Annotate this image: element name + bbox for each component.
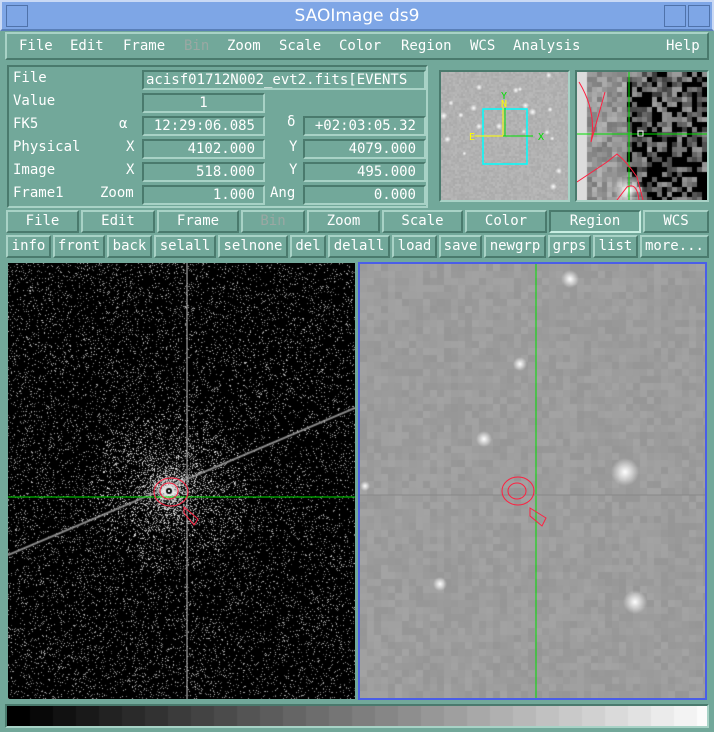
region-buttons-del-button[interactable]: del bbox=[290, 235, 326, 258]
buttonbar-region-button[interactable]: Region bbox=[549, 210, 641, 233]
buttonbar-frame-button[interactable]: Frame bbox=[157, 210, 239, 233]
physical-label: Physical bbox=[13, 139, 81, 155]
panner[interactable]: N E X Y bbox=[439, 70, 570, 202]
contour bbox=[501, 476, 535, 506]
file-label: File bbox=[13, 70, 47, 86]
region-buttons-selnone-button[interactable]: selnone bbox=[218, 235, 288, 258]
magnifier bbox=[575, 70, 709, 202]
compass-east-label: E bbox=[469, 132, 475, 143]
menubar: File Edit Frame Bin Zoom Scale Color Region WCS A… bbox=[5, 32, 709, 60]
menu-wcs[interactable]: WCS bbox=[470, 38, 495, 54]
region-buttons-more-button[interactable]: more... bbox=[640, 235, 709, 258]
delta-label: δ bbox=[287, 114, 296, 130]
alpha-field: 12:29:06.085 bbox=[142, 116, 265, 136]
image-y-label: Y bbox=[289, 162, 298, 178]
menu-region[interactable]: Region bbox=[401, 38, 452, 54]
buttonbar-bin-button: Bin bbox=[241, 210, 305, 233]
buttonbar-scale-button[interactable]: Scale bbox=[382, 210, 463, 233]
region-buttons-grps-button[interactable]: grps bbox=[548, 235, 591, 258]
frame2-overlay bbox=[360, 264, 705, 698]
frame1-overlay bbox=[8, 263, 355, 699]
delta-field: +02:03:05.32 bbox=[303, 116, 426, 136]
contour bbox=[507, 482, 527, 500]
compass-x-label: X bbox=[538, 132, 544, 143]
value-field: 1 bbox=[142, 93, 265, 113]
zoom-field: 1.000 bbox=[142, 185, 265, 205]
region-buttons-back-button[interactable]: back bbox=[107, 235, 152, 258]
physical-y-label: Y bbox=[289, 139, 298, 155]
image-x-field: 518.000 bbox=[142, 162, 265, 182]
menu-file[interactable]: File bbox=[19, 38, 53, 54]
frame2-display[interactable] bbox=[358, 262, 707, 700]
region-buttons-load-button[interactable]: load bbox=[392, 235, 437, 258]
physical-y-field: 4079.000 bbox=[303, 139, 426, 159]
region-buttons-list-button[interactable]: list bbox=[593, 235, 638, 258]
colorbar[interactable] bbox=[5, 704, 709, 728]
menu-frame[interactable]: Frame bbox=[123, 38, 165, 54]
region-buttons-newgrp-button[interactable]: newgrp bbox=[484, 235, 546, 258]
value-label: Value bbox=[13, 93, 56, 109]
angle-label: Ang bbox=[270, 185, 296, 201]
menu-bin: Bin bbox=[184, 38, 210, 54]
title-bar: SAOImage ds9 bbox=[0, 0, 714, 31]
buttonbar-wcs-button[interactable]: WCS bbox=[643, 210, 709, 233]
region-buttons-save-button[interactable]: save bbox=[439, 235, 482, 258]
region-buttons-delall-button[interactable]: delall bbox=[328, 235, 390, 258]
menu-zoom[interactable]: Zoom bbox=[227, 38, 261, 54]
physical-x-field: 4102.000 bbox=[142, 139, 265, 159]
frame-label: Frame1 bbox=[13, 185, 64, 201]
file-field: acisf01712N002_evt2.fits[EVENTS bbox=[142, 70, 426, 90]
frame1-display[interactable] bbox=[8, 263, 355, 699]
buttonbar-edit-button[interactable]: Edit bbox=[81, 210, 155, 233]
menu-analysis[interactable]: Analysis bbox=[513, 38, 580, 54]
panner-overlay: N E X Y bbox=[469, 91, 544, 165]
menu-color[interactable]: Color bbox=[339, 38, 381, 54]
region-buttons-info-button[interactable]: info bbox=[6, 235, 51, 258]
region-buttons-selall-button[interactable]: selall bbox=[154, 235, 216, 258]
buttonbar-zoom-button[interactable]: Zoom bbox=[307, 210, 380, 233]
image-y-field: 495.000 bbox=[303, 162, 426, 182]
menu-help[interactable]: Help bbox=[666, 38, 700, 54]
fk5-label: FK5 bbox=[13, 116, 39, 132]
maximize-button[interactable] bbox=[688, 5, 710, 27]
info-panel: File acisf01712N002_evt2.fits[EVENTS Val… bbox=[7, 65, 428, 208]
buttonbar-color-button[interactable]: Color bbox=[465, 210, 547, 233]
magnifier-overlay bbox=[577, 72, 707, 200]
contour bbox=[183, 505, 199, 526]
region-buttons-front-button[interactable]: front bbox=[53, 235, 105, 258]
alpha-label: α bbox=[119, 116, 128, 132]
physical-x-label: X bbox=[126, 139, 135, 155]
contour bbox=[153, 477, 189, 507]
image-label: Image bbox=[13, 162, 56, 178]
menu-edit[interactable]: Edit bbox=[70, 38, 104, 54]
minimize-button[interactable] bbox=[664, 5, 686, 27]
angle-field: 0.000 bbox=[303, 185, 426, 205]
window-title: SAOImage ds9 bbox=[294, 6, 420, 26]
compass-y-label: Y bbox=[501, 91, 507, 102]
buttonbar-file-button[interactable]: File bbox=[6, 210, 79, 233]
contour bbox=[529, 507, 547, 527]
colorbar-gradient bbox=[7, 706, 707, 726]
menu-scale[interactable]: Scale bbox=[279, 38, 321, 54]
image-x-label: X bbox=[126, 162, 135, 178]
zoom-label: Zoom bbox=[100, 185, 134, 201]
